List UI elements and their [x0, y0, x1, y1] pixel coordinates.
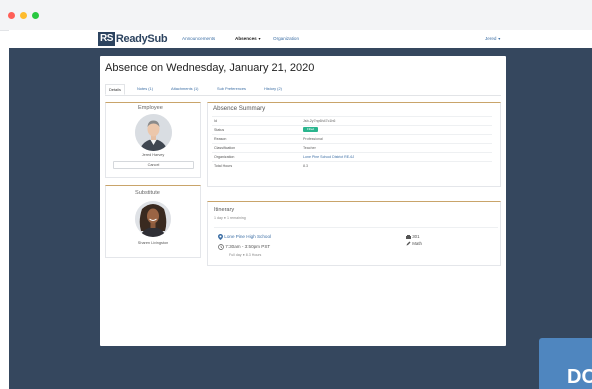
absence-card: Absence on Wednesday, January 21, 2020 D…: [100, 56, 506, 346]
absence-summary-title: Absence Summary: [213, 105, 266, 112]
summary-value: Professional: [303, 137, 323, 141]
browser-chrome: [0, 0, 592, 31]
room-icon: [406, 234, 411, 239]
cancel-absence-button[interactable]: Cancel: [113, 161, 194, 169]
room: 301: [406, 234, 420, 239]
summary-key: Status: [214, 128, 225, 132]
summary-row: Classification Teacher: [212, 143, 492, 152]
remaining-count: 1 remaining: [226, 216, 246, 220]
user-name: Jered: [485, 36, 497, 41]
corner-text: DC: [567, 366, 592, 388]
summary-row: Organization Lone Pine School District R…: [212, 152, 492, 161]
status-badge: Filled: [303, 127, 319, 132]
page-background: Absence on Wednesday, January 21, 2020 D…: [9, 48, 592, 389]
room-number: 301: [412, 234, 420, 239]
summary-row: Total Hours 8.3: [212, 161, 492, 170]
substitute-name: Sharen Livingston: [137, 241, 169, 245]
summary-key: Classification: [214, 146, 236, 150]
pencil-icon: [406, 241, 411, 246]
close-window-icon[interactable]: [8, 12, 15, 19]
app-header: RS ReadySub Announcements Absences▼ Orga…: [9, 30, 592, 49]
tab-sub-preferences[interactable]: Sub Preferences: [217, 84, 246, 95]
maximize-window-icon[interactable]: [32, 12, 39, 19]
substitute-avatar: [135, 201, 171, 237]
nav-absences[interactable]: Absences▼: [235, 30, 261, 48]
duration: Full day ● 8.3 Hours: [229, 253, 261, 257]
employee-title: Employee: [138, 105, 163, 111]
summary-key: Reason: [214, 137, 227, 141]
itinerary-item: Lone Pine High School 7:30am - 3:50pm PS…: [214, 227, 498, 264]
person-icon: [135, 114, 172, 151]
logo-mark: RS: [98, 32, 115, 46]
itinerary-panel: Itinerary 1 day ● 1 remaining Lone Pine …: [207, 201, 501, 266]
subject: Math: [406, 241, 422, 246]
tab-attachments[interactable]: Attachments (1): [171, 84, 198, 95]
bullet-icon: ●: [242, 253, 245, 257]
summary-value: 8.3: [303, 164, 308, 168]
substitute-panel: Substitute Sharen Livingston: [105, 185, 201, 258]
absence-summary-panel: Absence Summary Id Jsb-2y7np6h47c1h6 Sta…: [207, 102, 501, 187]
summary-key: Total Hours: [214, 164, 233, 168]
summary-key: Organization: [214, 155, 235, 159]
caret-down-icon: ▼: [257, 37, 262, 41]
organization-link[interactable]: Lone Pine School District RE-6J: [303, 153, 354, 161]
itinerary-title: Itinerary: [214, 207, 235, 213]
summary-value: Teacher: [303, 146, 316, 150]
summary-value: Jsb-2y7np6h47c1h6: [303, 119, 336, 123]
summary-row: Id Jsb-2y7np6h47c1h6: [212, 116, 492, 125]
summary-row: Status Filled: [212, 125, 492, 134]
tab-history[interactable]: History (2): [264, 84, 282, 95]
person-icon: [135, 201, 171, 237]
time-range: 7:30am - 3:50pm PST: [218, 244, 270, 250]
clock-icon: [218, 244, 224, 250]
employee-avatar: [135, 114, 172, 151]
substitute-title: Substitute: [135, 190, 160, 196]
nav-announcements[interactable]: Announcements: [182, 30, 215, 48]
location-name: Lone Pine High School: [224, 234, 272, 240]
tab-details[interactable]: Details: [105, 84, 125, 95]
itinerary-summary: 1 day ● 1 remaining: [214, 216, 246, 220]
subject-name: Math: [412, 241, 422, 246]
nav-organization[interactable]: Organization: [273, 30, 299, 48]
bullet-icon: ●: [223, 216, 226, 220]
nav-absences-label: Absences: [235, 36, 257, 41]
user-menu[interactable]: Jered▼: [485, 30, 501, 48]
promo-corner-banner: DC: [539, 338, 592, 389]
location[interactable]: Lone Pine High School: [218, 234, 271, 240]
hours-text: 8.3 Hours: [245, 253, 262, 257]
summary-row: Reason Professional: [212, 134, 492, 143]
tab-notes[interactable]: Notes (1): [137, 84, 153, 95]
day-count: 1 day: [214, 216, 223, 220]
readysub-logo[interactable]: RS ReadySub: [98, 32, 168, 46]
full-day-text: Full day: [229, 253, 242, 257]
caret-down-icon: ▼: [497, 37, 502, 41]
minimize-window-icon[interactable]: [20, 12, 27, 19]
employee-name: Jered Harvey: [141, 153, 165, 157]
page-title: Absence on Wednesday, January 21, 2020: [105, 62, 315, 74]
time-text: 7:30am - 3:50pm PST: [225, 244, 271, 250]
employee-panel: Employee Jered Harvey Cancel: [105, 102, 201, 178]
tab-bar: Details Notes (1) Attachments (1) Sub Pr…: [105, 84, 501, 96]
logo-text: ReadySub: [115, 33, 168, 45]
map-marker-icon: [218, 234, 223, 240]
summary-key: Id: [214, 119, 217, 123]
